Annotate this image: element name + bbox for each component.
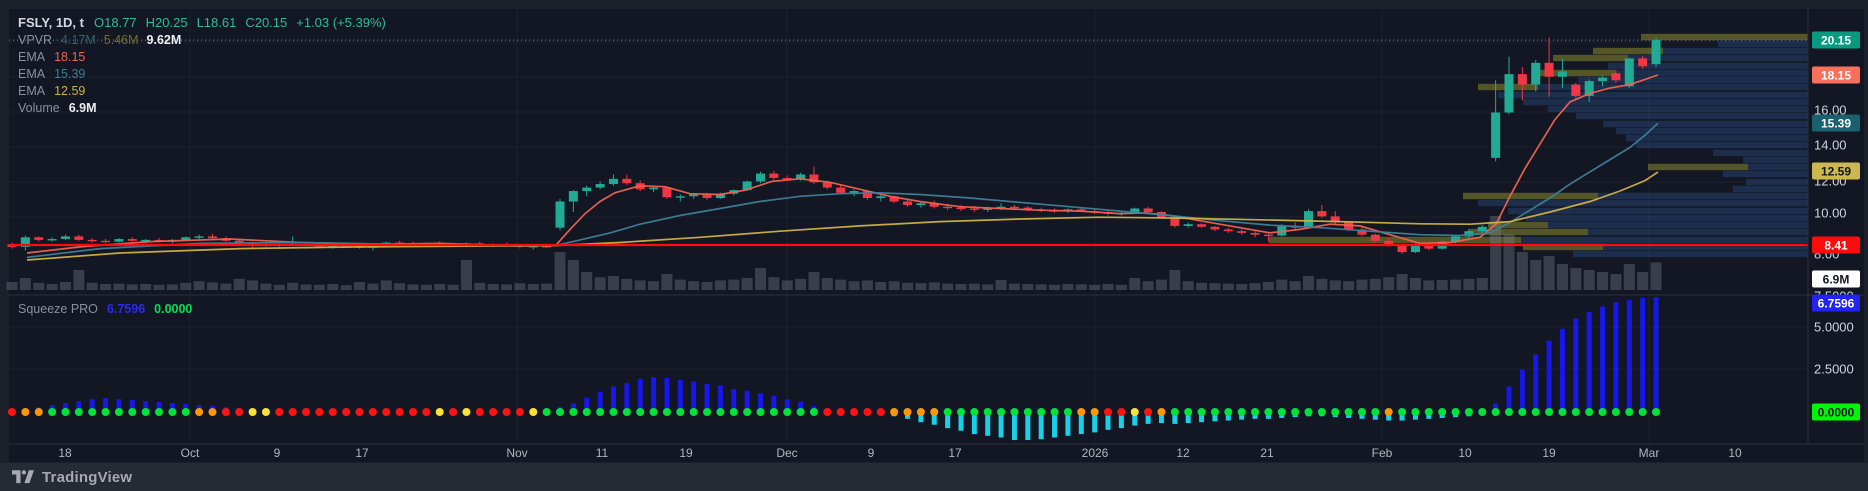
ema-slow-label: EMA (18, 84, 46, 98)
svg-text:21: 21 (1260, 446, 1274, 460)
svg-text:Feb: Feb (1372, 446, 1393, 460)
svg-text:15.39: 15.39 (1821, 117, 1851, 131)
svg-text:2026: 2026 (1082, 446, 1109, 460)
ema-mid-value: 15.39 (54, 67, 86, 81)
ema-mid-legend-row[interactable]: EMA 15.39 (18, 66, 395, 83)
ema-fast-legend-row[interactable]: EMA 18.15 (18, 49, 395, 66)
squeeze-pro-legend-row[interactable]: Squeeze PRO 6.7596 0.0000 (18, 301, 192, 318)
ema-mid-label: EMA (18, 67, 46, 81)
svg-text:Oct: Oct (181, 446, 200, 460)
svg-text:18.15: 18.15 (1821, 69, 1851, 83)
svg-text:10: 10 (1458, 446, 1472, 460)
svg-text:19: 19 (679, 446, 693, 460)
volume-label: Volume (18, 101, 60, 115)
squeeze-pro-label: Squeeze PRO (18, 302, 98, 316)
ohlc-open: O18.77 (93, 15, 137, 30)
svg-text:6.7596: 6.7596 (1818, 297, 1855, 311)
svg-text:Dec: Dec (776, 446, 797, 460)
svg-text:10: 10 (1728, 446, 1742, 460)
svg-text:19: 19 (1542, 446, 1556, 460)
vpvr-legend-row[interactable]: VPVR 4.17M 5.46M 9.62M (18, 32, 395, 49)
bottom-toolbar: TradingView (0, 463, 1868, 491)
squeeze-zero-value: 0.0000 (154, 302, 193, 316)
symbol-title[interactable]: FSLY, 1D, t (18, 15, 84, 30)
svg-text:17: 17 (948, 446, 962, 460)
volume-value: 6.9M (68, 101, 97, 115)
ohlc-high: H20.25 (145, 15, 188, 30)
svg-text:11: 11 (596, 446, 609, 460)
squeeze-momentum-value: 6.7596 (106, 302, 146, 316)
svg-text:5.0000: 5.0000 (1814, 320, 1854, 335)
svg-text:2.5000: 2.5000 (1814, 362, 1854, 377)
svg-text:20.15: 20.15 (1821, 34, 1851, 48)
ohlc-low: L18.61 (196, 15, 237, 30)
tradingview-chart-window: 16.0014.0012.0010.008.007.50005.00002.50… (0, 0, 1868, 491)
vpvr-poc-value: 9.62M (146, 33, 182, 47)
svg-text:12: 12 (1176, 446, 1190, 460)
main-legend: FSLY, 1D, t O18.77 H20.25 L18.61 C20.15 +1.03… (18, 14, 395, 117)
svg-text:17: 17 (355, 446, 369, 460)
ema-slow-legend-row[interactable]: EMA 12.59 (18, 83, 395, 100)
svg-text:12.59: 12.59 (1821, 165, 1851, 179)
ema-fast-value: 18.15 (54, 50, 86, 64)
svg-text:9: 9 (274, 446, 281, 460)
vpvr-value-1: 4.17M (61, 33, 96, 47)
svg-text:Mar: Mar (1639, 446, 1660, 460)
svg-text:8.41: 8.41 (1824, 239, 1848, 253)
vpvr-value-2: 5.46M (103, 33, 139, 47)
ema-slow-value: 12.59 (54, 84, 86, 98)
svg-text:Nov: Nov (506, 446, 527, 460)
ema-fast-label: EMA (18, 50, 46, 64)
ohlc-close: C20.15 (245, 15, 288, 30)
svg-text:0.0000: 0.0000 (1818, 406, 1855, 420)
svg-text:14.00: 14.00 (1814, 138, 1847, 153)
vpvr-label: VPVR (18, 33, 53, 47)
change-value: +1.03 (+5.39%) (296, 15, 386, 30)
tradingview-brand-text[interactable]: TradingView (42, 469, 132, 486)
svg-text:9: 9 (868, 446, 875, 460)
symbol-row[interactable]: FSLY, 1D, t O18.77 H20.25 L18.61 C20.15 +1.03… (18, 14, 395, 31)
svg-text:18: 18 (58, 446, 72, 460)
svg-text:10.00: 10.00 (1814, 206, 1847, 221)
volume-legend-row[interactable]: Volume 6.9M (18, 100, 395, 117)
tradingview-logo-icon[interactable] (12, 470, 34, 484)
svg-text:6.9M: 6.9M (1823, 273, 1850, 287)
